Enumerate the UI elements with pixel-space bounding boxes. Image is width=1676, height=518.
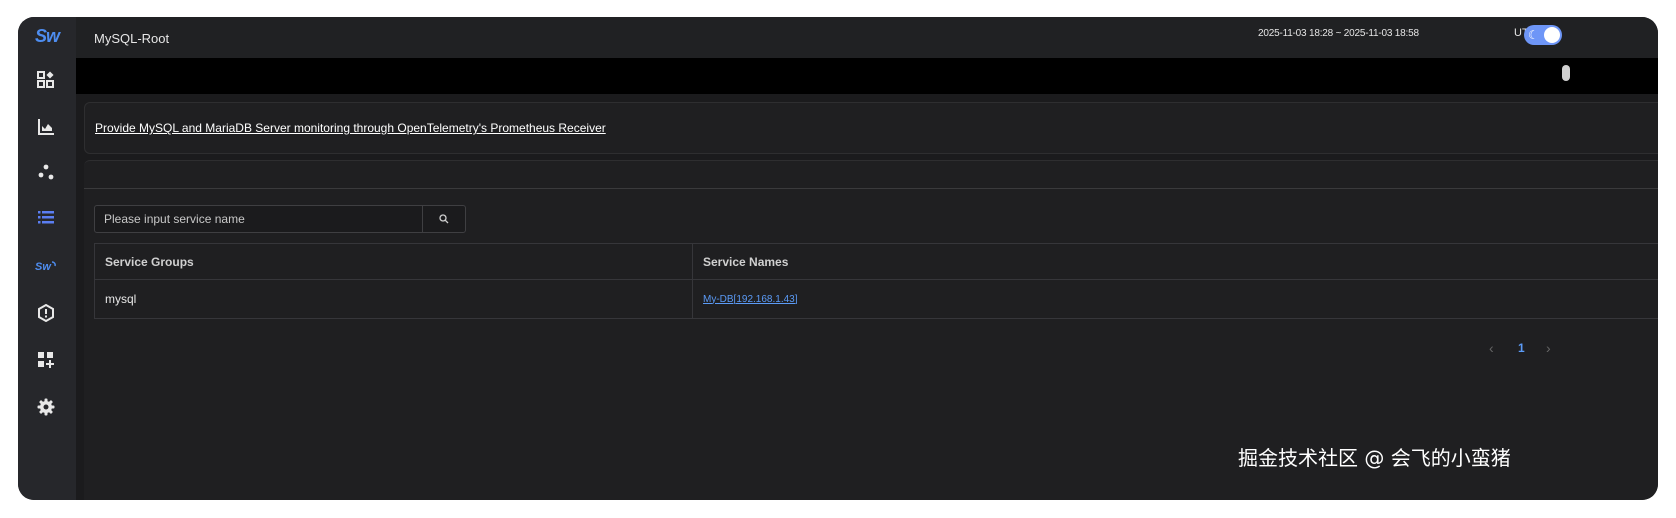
watermark-text: 掘金技术社区 @ 会飞的小蛮猪 — [1238, 446, 1511, 470]
sidebar-item-topology[interactable] — [33, 159, 59, 185]
page-title: MySQL-Root — [94, 31, 170, 46]
top-bar: MySQL-Root 2025-11-03 18:28 ~ 2025-11-03… — [76, 17, 1658, 58]
pagination: ‹ 1 › — [1484, 340, 1564, 360]
topology-icon — [38, 164, 54, 180]
moon-icon: ☾ — [1528, 28, 1539, 42]
sidebar-item-skywalking[interactable]: Sw — [33, 253, 59, 279]
search-button[interactable] — [422, 206, 465, 232]
svg-text:Sw: Sw — [35, 261, 52, 273]
app-window: Sw Sw MySQL-Root 2025-11-03 18:28 ~ 2025… — [18, 17, 1658, 500]
services-table: Service Groups Service Names mysql My-DB… — [94, 243, 1658, 319]
toggle-knob — [1544, 27, 1560, 43]
app-logo[interactable]: Sw — [26, 26, 68, 48]
description-card: Provide MySQL and MariaDB Server monitor… — [84, 102, 1658, 154]
column-header-service-groups: Service Groups — [95, 244, 693, 279]
sidebar: Sw Sw — [18, 17, 76, 500]
current-page[interactable]: 1 — [1518, 341, 1525, 355]
next-page-button[interactable]: › — [1546, 340, 1551, 356]
sidebar-item-metrics[interactable] — [33, 114, 59, 140]
service-name-cell: My-DB[192.168.1.43] — [693, 280, 1658, 318]
sidebar-item-settings[interactable] — [33, 394, 59, 420]
description-link[interactable]: Provide MySQL and MariaDB Server monitor… — [95, 121, 606, 135]
prev-page-button[interactable]: ‹ — [1489, 340, 1494, 356]
search-icon — [439, 214, 449, 224]
skywalking-icon: Sw — [35, 261, 56, 273]
scroll-handle[interactable] — [1562, 65, 1570, 81]
card-divider — [84, 188, 1658, 189]
search-box — [94, 205, 466, 233]
service-group-cell: mysql — [95, 280, 693, 318]
table-row: mysql My-DB[192.168.1.43] — [95, 280, 1658, 318]
dark-mode-toggle[interactable]: ☾ — [1524, 25, 1562, 45]
add-widget-icon — [38, 352, 54, 368]
list-icon — [38, 211, 54, 224]
dashboard-icon — [37, 71, 54, 88]
sidebar-item-services[interactable] — [33, 204, 59, 230]
alert-icon — [38, 304, 54, 322]
tab-bar — [76, 58, 1658, 94]
time-range-picker[interactable]: 2025-11-03 18:28 ~ 2025-11-03 18:58 — [1258, 28, 1419, 39]
sidebar-item-alerts[interactable] — [33, 300, 59, 326]
table-header: Service Groups Service Names — [95, 244, 1658, 280]
sidebar-item-dashboard[interactable] — [33, 67, 59, 93]
settings-icon — [37, 398, 55, 416]
search-input[interactable] — [95, 206, 425, 232]
column-header-service-names: Service Names — [703, 254, 789, 269]
service-link[interactable]: My-DB[192.168.1.43] — [703, 294, 798, 305]
sidebar-item-marketplace[interactable] — [33, 347, 59, 373]
chart-icon — [38, 119, 54, 135]
